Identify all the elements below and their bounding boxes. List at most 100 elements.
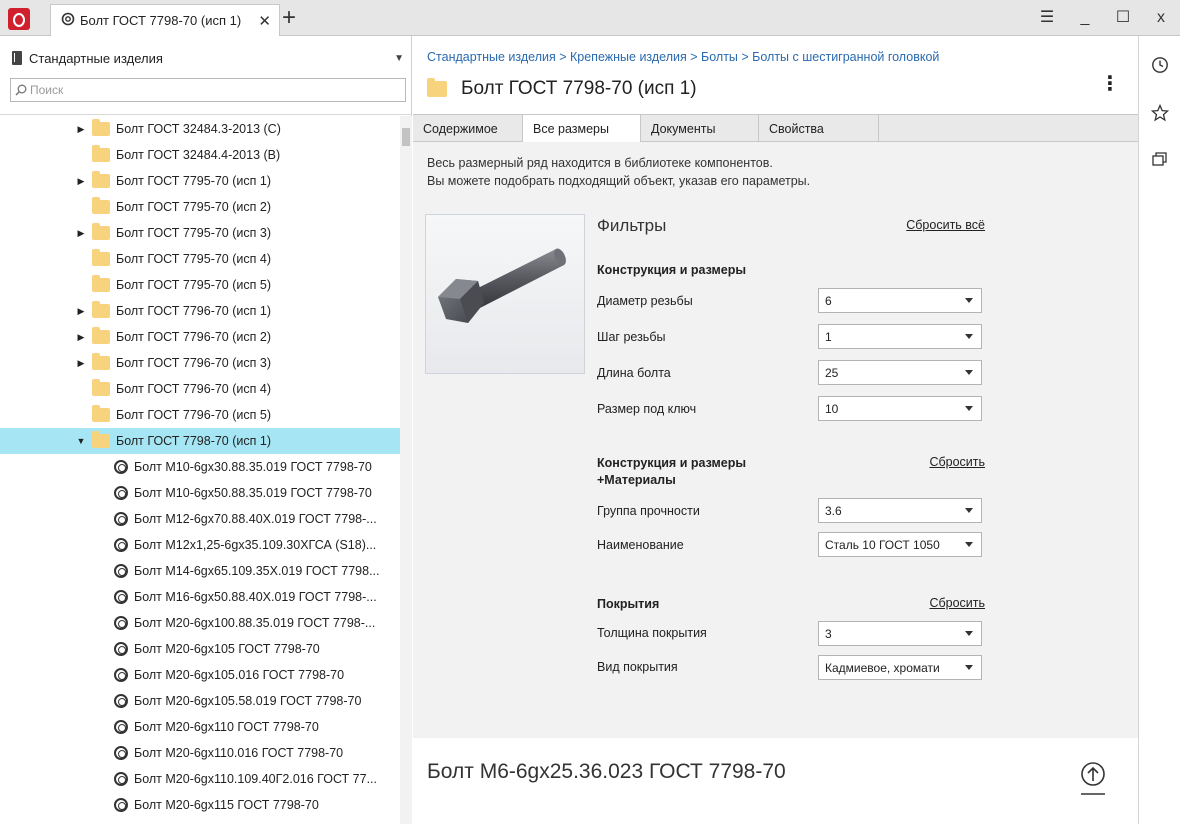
folder-icon [92,223,110,240]
history-icon[interactable] [1149,54,1171,76]
tree-part-item[interactable]: Болт М20-6gx105.58.019 ГОСТ 7798-70 [0,688,400,714]
chevron-down-icon [965,631,973,636]
reset-coatings-link[interactable]: Сбросить [929,596,985,610]
tab-1[interactable]: Все размеры [523,115,641,143]
tree-folder-item[interactable]: ▶ Болт ГОСТ 7795-70 (исп 3) [0,220,400,246]
coating-thickness-select[interactable]: 3 [818,621,982,646]
part-icon [114,590,128,604]
tree-folder-item[interactable]: ▶ Болт ГОСТ 7795-70 (исп 1) [0,168,400,194]
chevron-down-icon: ▼ [394,52,404,64]
tree-part-item[interactable]: Болт М20-6gx110.016 ГОСТ 7798-70 [0,740,400,766]
thread-diameter-select[interactable]: 6 [818,288,982,313]
breadcrumb-link[interactable]: Болты [701,50,738,64]
folder-icon [92,327,110,344]
breadcrumb-link[interactable]: Крепежные изделия [570,50,687,64]
tree-part-item[interactable]: Болт М12-6gx70.88.40Х.019 ГОСТ 7798-... [0,506,400,532]
close-button[interactable]: x [1142,0,1180,36]
minimize-button[interactable]: _ [1066,0,1104,36]
tree-part-item[interactable]: Болт М12x1,25-6gx35.109.30ХГСА (S18)... [0,532,400,558]
tree-part-item[interactable]: Болт М16-6gx50.88.40Х.019 ГОСТ 7798-... [0,584,400,610]
maximize-button[interactable]: ☐ [1104,0,1142,36]
tree-item-label: Болт ГОСТ 7795-70 (исп 5) [116,278,271,292]
expand-arrow-icon[interactable]: ▶ [76,228,86,239]
main-panel: Стандартные изделия > Крепежные изделия … [413,36,1138,824]
tree-folder-item[interactable]: ▶ Болт ГОСТ 7796-70 (исп 3) [0,350,400,376]
tree-item-label: Болт М10-6gx50.88.35.019 ГОСТ 7798-70 [134,486,372,500]
chevron-down-icon [965,665,973,670]
tab-bar: Содержимое Все размеры Документы Свойства [413,114,1138,143]
part-icon [114,798,128,812]
tree-folder-item[interactable]: Болт ГОСТ 7795-70 (исп 5) [0,272,400,298]
tab-close-icon[interactable]: ✕ [258,12,271,30]
select-value: Сталь 10 ГОСТ 1050 [825,537,940,552]
select-value: 1 [825,329,832,344]
search-icon [15,84,27,96]
tree-folder-item[interactable]: Болт ГОСТ 7795-70 (исп 4) [0,246,400,272]
folder-icon [92,119,110,136]
coating-type-select[interactable]: Кадмиевое, хромати [818,655,982,680]
thread-pitch-select[interactable]: 1 [818,324,982,349]
folder-icon [92,405,110,422]
favorites-star-icon[interactable] [1149,102,1171,124]
tree-folder-item[interactable]: ▶ Болт ГОСТ 7796-70 (исп 2) [0,324,400,350]
tree-item-label: Болт М20-6gx110.109.40Г2.016 ГОСТ 77... [134,772,377,786]
expand-arrow-icon[interactable]: ▶ [76,332,86,343]
tree-folder-item[interactable]: Болт ГОСТ 7795-70 (исп 2) [0,194,400,220]
expand-arrow-icon[interactable]: ▶ [76,306,86,317]
tree-folder-item[interactable]: Болт ГОСТ 7796-70 (исп 4) [0,376,400,402]
library-label: Стандартные изделия [29,50,163,66]
tree-part-item[interactable]: Болт М20-6gx100.88.35.019 ГОСТ 7798-... [0,610,400,636]
search-input[interactable] [30,83,405,97]
tree-part-item[interactable]: Болт М14-6gx65.109.35Х.019 ГОСТ 7798... [0,558,400,584]
tree-part-item[interactable]: Болт М20-6gx110.109.40Г2.016 ГОСТ 77... [0,766,400,792]
tree-part-item[interactable]: Болт М20-6gx115 ГОСТ 7798-70 [0,792,400,818]
breadcrumb-link[interactable]: Стандартные изделия [427,50,556,64]
tab-2[interactable]: Документы [641,115,759,142]
reset-all-link[interactable]: Сбросить всё [906,218,985,232]
tree-folder-item[interactable]: Болт ГОСТ 32484.4-2013 (В) [0,142,400,168]
tree-item-label: Болт ГОСТ 7795-70 (исп 4) [116,252,271,266]
tab-0[interactable]: Содержимое [413,115,523,142]
tree-folder-item[interactable]: Болт ГОСТ 7796-70 (исп 5) [0,402,400,428]
select-value: 6 [825,293,832,308]
folder-icon [92,145,110,162]
tab-3[interactable]: Свойства [759,115,879,142]
tree-folder-item[interactable]: ▶ Болт ГОСТ 32484.3-2013 (С) [0,116,400,142]
book-icon [12,51,22,65]
expand-arrow-icon[interactable]: ▶ [76,176,86,187]
filters-heading: Фильтры [597,216,667,235]
library-select[interactable]: Стандартные изделия ▼ [12,46,404,70]
new-tab-button[interactable]: + [282,6,296,30]
more-menu-icon[interactable]: ⋮ [1100,74,1120,94]
menu-icon[interactable]: ☰ [1028,0,1066,36]
tree-scrollbar[interactable] [400,116,412,824]
tree-part-item[interactable]: Болт М20-6gx105 ГОСТ 7798-70 [0,636,400,662]
expand-arrow-icon[interactable]: ▶ [76,124,86,135]
insert-export-button[interactable] [1078,758,1108,800]
expand-arrow-icon[interactable]: ▶ [76,358,86,369]
tree-part-item[interactable]: Болт М10-6gx30.88.35.019 ГОСТ 7798-70 [0,454,400,480]
reset-materials-link[interactable]: Сбросить [929,455,985,469]
scrollbar-thumb[interactable] [402,128,410,146]
strength-class-select[interactable]: 3.6 [818,498,982,523]
windows-icon[interactable] [1149,148,1171,170]
breadcrumb-link[interactable]: Болты с шестигранной головкой [752,50,939,64]
bolt-length-select[interactable]: 25 [818,360,982,385]
material-name-select[interactable]: Сталь 10 ГОСТ 1050 [818,532,982,557]
page-title: Болт ГОСТ 7798-70 (исп 1) [461,78,697,99]
tree-part-item[interactable]: Болт М20-6gx105.016 ГОСТ 7798-70 [0,662,400,688]
chevron-down-icon [965,370,973,375]
wrench-size-select[interactable]: 10 [818,396,982,421]
label-strength-class: Группа прочности [597,504,700,518]
document-tab[interactable]: Болт ГОСТ 7798-70 (исп 1) ✕ [50,4,280,36]
search-field[interactable] [10,78,406,102]
tree-part-item[interactable]: Болт М20-6gx110 ГОСТ 7798-70 [0,714,400,740]
tree-folder-item[interactable]: ▶ Болт ГОСТ 7796-70 (исп 1) [0,298,400,324]
library-panel: Стандартные изделия ▼ ▶ Болт ГОСТ 32484.3… [0,36,412,824]
part-icon [114,694,128,708]
tree-folder-item[interactable]: ▼ Болт ГОСТ 7798-70 (исп 1) [0,428,400,454]
collapse-arrow-icon[interactable]: ▼ [76,436,86,446]
tree-part-item[interactable]: Болт М10-6gx50.88.35.019 ГОСТ 7798-70 [0,480,400,506]
folder-icon [92,275,110,292]
tree-item-label: Болт М20-6gx110.016 ГОСТ 7798-70 [134,746,344,760]
